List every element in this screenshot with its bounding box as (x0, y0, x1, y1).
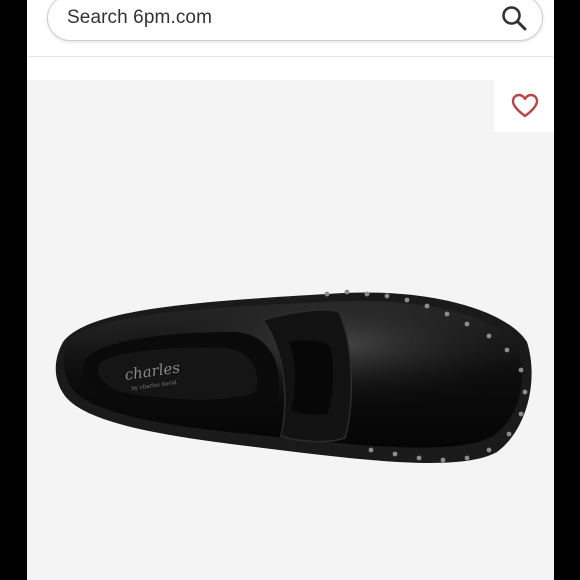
header-divider (27, 56, 554, 57)
app-screen: Search 6pm.com charles by charles david (27, 0, 554, 580)
search-bar[interactable]: Search 6pm.com (47, 0, 543, 41)
search-icon[interactable] (500, 4, 528, 32)
search-input[interactable]: Search 6pm.com (67, 7, 212, 29)
product-image[interactable]: charles by charles david (27, 80, 554, 580)
product-image-panel: charles by charles david (27, 80, 554, 580)
favorite-button[interactable] (494, 80, 554, 132)
heart-outline-icon[interactable] (511, 93, 539, 119)
